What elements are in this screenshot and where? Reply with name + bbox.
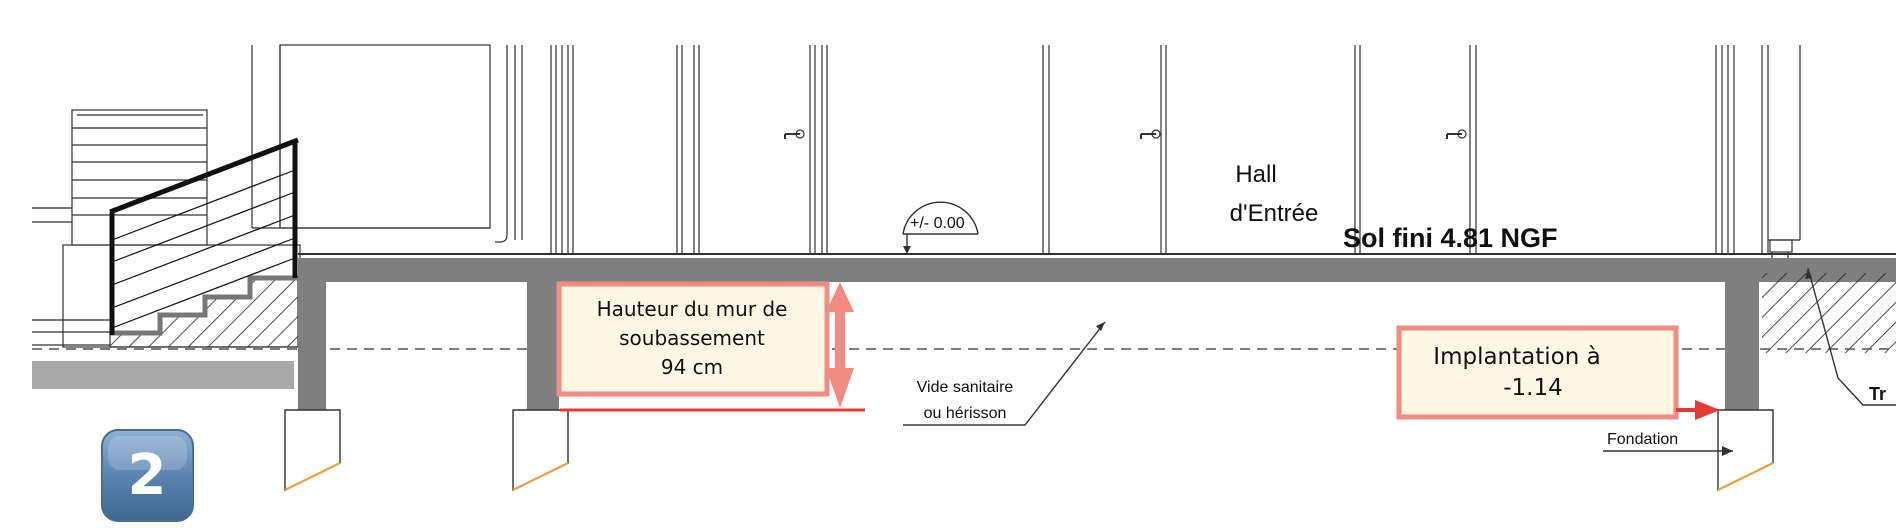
crawl-space-line1: Vide sanitaire: [917, 379, 1014, 396]
implantation-callout-line2: -1.14: [1503, 375, 1563, 401]
floor-level-label: Sol fini 4.81 NGF: [1343, 223, 1558, 253]
level-marker-label: +/- 0.00: [910, 215, 965, 232]
crawl-space-annotation: Vide sanitaire ou hérisson: [903, 321, 1106, 426]
height-dimension-arrow: [826, 282, 854, 408]
foundation-annotation: Fondation: [1603, 431, 1733, 456]
wall-height-callout-line3: 94 cm: [661, 355, 723, 379]
step-badge: 2: [101, 429, 194, 522]
section-drawing: +/- 0.00 Hall d'Entrée Sol fini 4.81 NGF…: [32, 44, 1896, 522]
implantation-callout-line1: Implantation à: [1433, 344, 1600, 370]
room-name-line2: d'Entrée: [1230, 200, 1319, 227]
foundation-edges: [284, 462, 1774, 491]
right-ground-hatch: [1762, 273, 1896, 353]
facade-lines: [550, 45, 1801, 258]
staircase: [109, 275, 299, 348]
implantation-callout: Implantation à -1.14: [1396, 325, 1679, 420]
wall-height-callout-line1: Hauteur du mur de: [597, 297, 788, 321]
foundations: [284, 409, 1774, 492]
wall-height-callout: Hauteur du mur de soubassement 94 cm: [556, 281, 830, 397]
ground-strip: [32, 361, 294, 389]
cut-label: Tr: [1869, 384, 1886, 404]
crawl-space-line2: ou hérisson: [924, 405, 1007, 422]
room-name-line1: Hall: [1235, 161, 1276, 188]
wall-height-callout-line2: soubassement: [619, 326, 765, 350]
implantation-arrow: [1676, 400, 1720, 420]
foundation-label: Fondation: [1607, 431, 1678, 448]
level-marker: +/- 0.00: [902, 201, 979, 254]
step-badge-number: 2: [128, 443, 167, 508]
